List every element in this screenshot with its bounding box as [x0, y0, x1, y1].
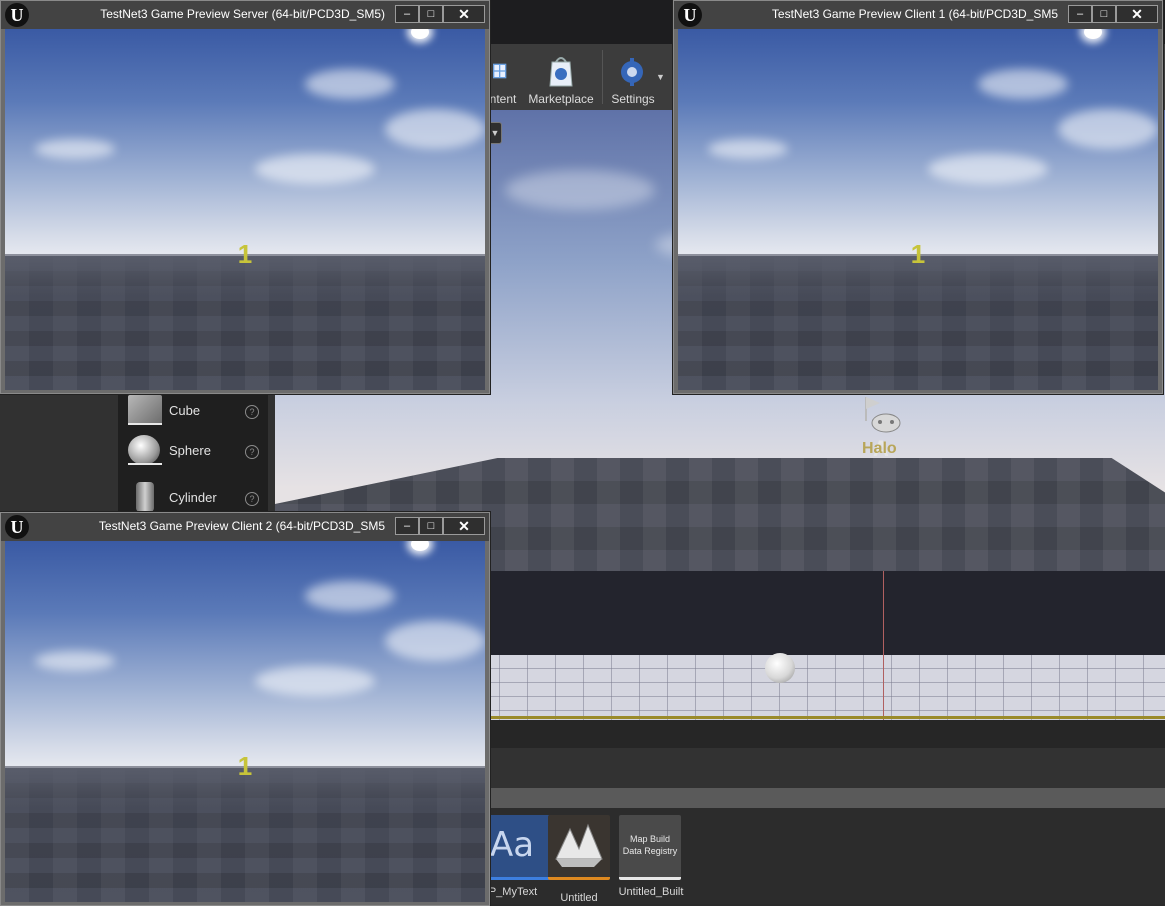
unreal-logo-icon: U	[5, 3, 29, 27]
axis-line	[883, 571, 884, 720]
window-title: TestNet3 Game Preview Client 1 (64-bit/P…	[771, 7, 1058, 21]
cloud	[35, 651, 115, 671]
sphere-actor[interactable]	[765, 653, 795, 683]
settings-button[interactable]: Settings	[608, 48, 658, 106]
content-label: ntent	[489, 92, 517, 106]
cloud	[505, 170, 655, 210]
thumb-underline	[128, 463, 162, 465]
content-browser-area: Aa P_MyText Untitled Map Build Data Regi…	[488, 808, 1165, 904]
cloud	[708, 139, 788, 159]
actor-label: Halo	[862, 440, 897, 457]
sun	[1084, 29, 1102, 39]
asset-map-build-data[interactable]: Map Build Data Registry	[619, 815, 681, 880]
window-title-bar[interactable]: U TestNet3 Game Preview Server (64-bit/P…	[1, 1, 489, 29]
asset-label: Untitled_Built	[618, 886, 684, 898]
window-title-bar[interactable]: U TestNet3 Game Preview Client 1 (64-bit…	[674, 1, 1162, 29]
maximize-button[interactable]: □	[1092, 5, 1116, 23]
minimize-button[interactable]: –	[395, 517, 419, 535]
sun	[411, 29, 429, 39]
floor-shading	[5, 256, 485, 390]
sun	[411, 541, 429, 551]
cloud	[305, 581, 395, 611]
place-item-sphere[interactable]: Sphere ?	[128, 433, 263, 473]
window-title-bar[interactable]: U TestNet3 Game Preview Client 2 (64-bit…	[1, 513, 489, 541]
cloud	[1058, 109, 1158, 149]
cloud	[385, 109, 485, 149]
place-item-label: Sphere	[169, 443, 211, 458]
floor-shading	[678, 256, 1158, 390]
cylinder-icon	[136, 482, 154, 512]
window-title: TestNet3 Game Preview Client 2 (64-bit/P…	[98, 519, 385, 533]
place-item-cube[interactable]: Cube ?	[128, 393, 263, 433]
game-scene[interactable]: 1	[678, 29, 1158, 390]
place-item-label: Cube	[169, 403, 201, 418]
content-button[interactable]: ntent	[488, 48, 518, 106]
maximize-button[interactable]: □	[419, 5, 443, 23]
place-actors-list: Cube ? Sphere ? Cylinder ?	[118, 393, 268, 513]
thumb-underline	[128, 423, 162, 425]
floor-shading	[5, 768, 485, 902]
game-scene[interactable]: 1	[5, 541, 485, 902]
score-marker: 1	[910, 239, 926, 270]
game-scene[interactable]: 1	[5, 29, 485, 390]
game-preview-client2-window[interactable]: U TestNet3 Game Preview Client 2 (64-bit…	[0, 512, 490, 906]
content-browser-strip	[488, 788, 1165, 808]
unreal-logo-icon: U	[5, 515, 29, 539]
marketplace-button[interactable]: Marketplace	[526, 48, 596, 106]
cube-icon	[128, 395, 162, 425]
marketplace-label: Marketplace	[528, 92, 594, 106]
cloud	[385, 621, 485, 661]
window-title: TestNet3 Game Preview Server (64-bit/PCD…	[100, 7, 385, 21]
score-marker: 1	[237, 751, 253, 782]
settings-gear-icon	[621, 58, 643, 86]
toolbar-separator	[602, 50, 603, 104]
cloud	[35, 139, 115, 159]
sphere-icon	[128, 435, 160, 465]
score-marker: 1	[237, 239, 253, 270]
place-actors-panel: Cube ? Sphere ? Cylinder ?	[0, 393, 275, 513]
game-preview-client1-window[interactable]: U TestNet3 Game Preview Client 1 (64-bit…	[673, 0, 1163, 394]
maximize-button[interactable]: □	[419, 517, 443, 535]
settings-label: Settings	[611, 92, 655, 106]
level-map-icon	[555, 823, 603, 867]
cloud	[978, 69, 1068, 99]
viewport-options-dropdown[interactable]: ▼	[488, 122, 502, 144]
help-icon[interactable]: ?	[245, 445, 259, 459]
minimize-button[interactable]: –	[1068, 5, 1092, 23]
close-button[interactable]: ✕	[1116, 5, 1158, 23]
content-icon	[493, 63, 507, 79]
help-icon[interactable]: ?	[245, 492, 259, 506]
game-preview-server-window[interactable]: U TestNet3 Game Preview Server (64-bit/P…	[0, 0, 490, 394]
lower-panel-bar	[488, 720, 1165, 748]
unreal-logo-icon: U	[678, 3, 702, 27]
minimize-button[interactable]: –	[395, 5, 419, 23]
asset-thumb-text: Map Build Data Registry	[622, 834, 678, 856]
asset-thumb-text: Aa	[490, 825, 535, 865]
help-icon[interactable]: ?	[245, 405, 259, 419]
close-button[interactable]: ✕	[443, 517, 485, 535]
marketplace-icon	[549, 57, 573, 87]
close-button[interactable]: ✕	[443, 5, 485, 23]
cloud	[928, 154, 1048, 184]
cloud	[255, 666, 375, 696]
place-item-label: Cylinder	[169, 490, 217, 505]
asset-mytext[interactable]: Aa	[488, 815, 550, 880]
cloud	[255, 154, 375, 184]
settings-dropdown-arrow-icon[interactable]: ▼	[656, 72, 665, 82]
lower-panel-header	[488, 748, 1165, 788]
asset-untitled-map[interactable]	[548, 815, 610, 880]
cloud	[305, 69, 395, 99]
